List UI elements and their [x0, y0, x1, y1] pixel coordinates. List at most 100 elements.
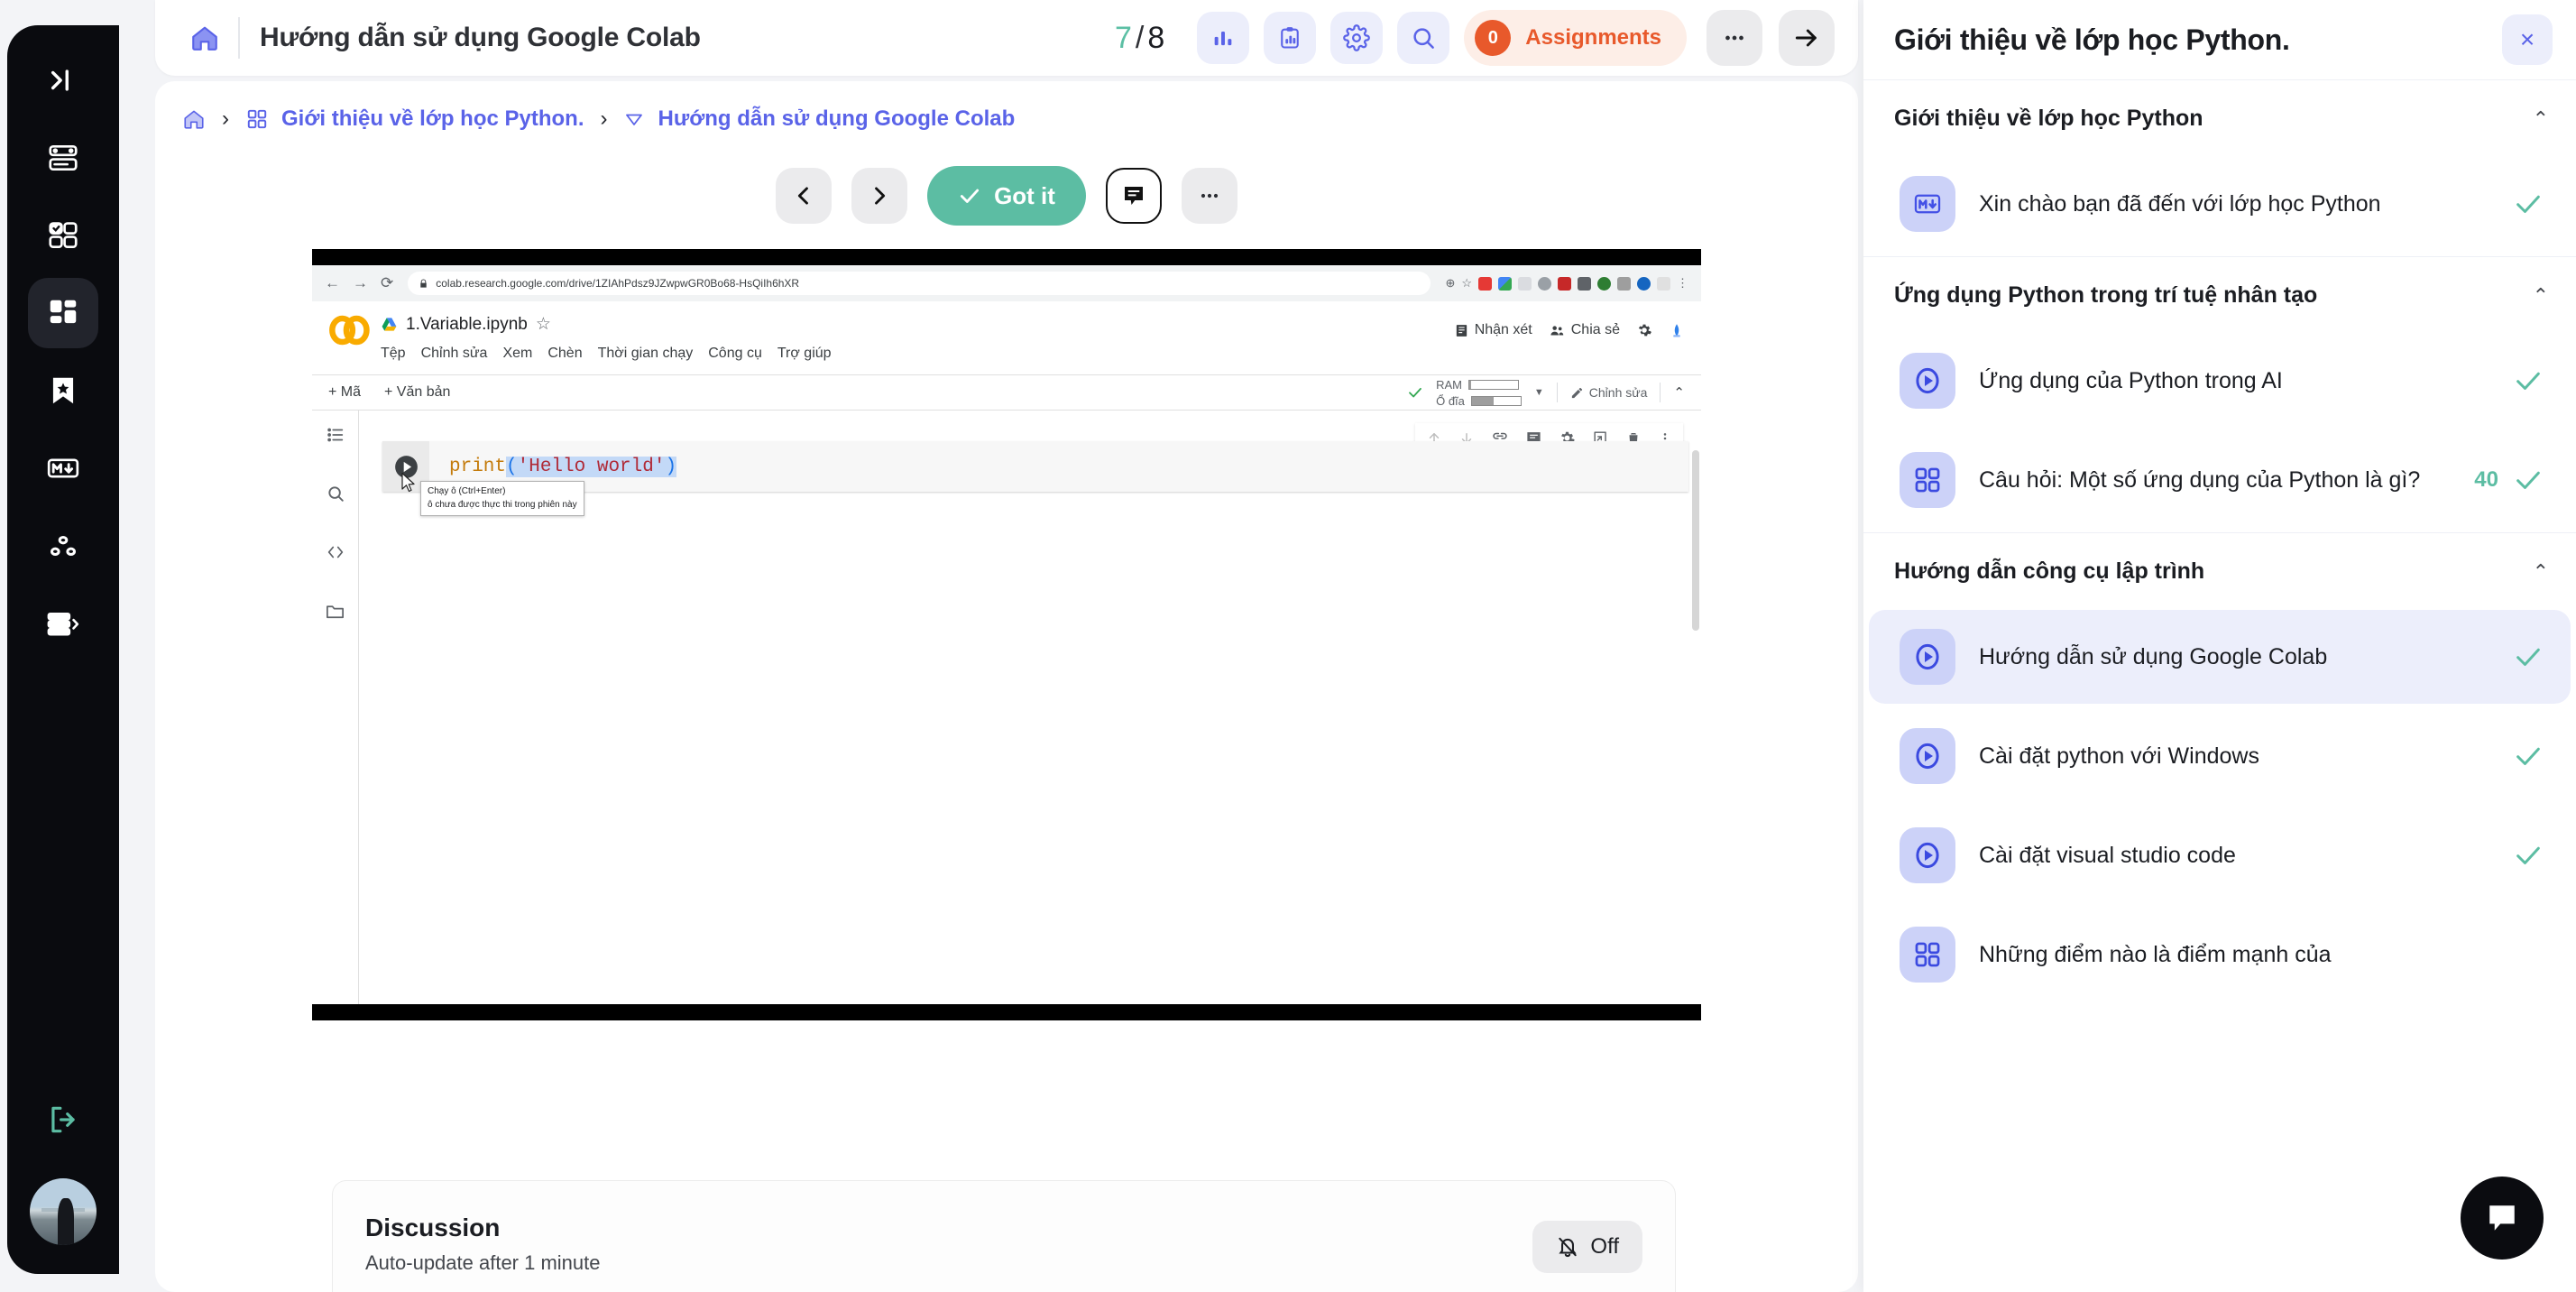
- screenshot-letterbox-top: [312, 249, 1701, 265]
- colab-edit-button[interactable]: Chỉnh sửa: [1570, 385, 1647, 400]
- sidebar-item-markdown[interactable]: [28, 433, 98, 503]
- list-item[interactable]: Cài đặt python với Windows: [1869, 709, 2571, 803]
- colab-share-button[interactable]: Chia sẻ: [1549, 322, 1620, 338]
- toolbar-divider: [1556, 383, 1558, 402]
- colab-menu-help[interactable]: Trợ giúp: [777, 346, 832, 362]
- list-item-label: Cài đặt visual studio code: [1979, 842, 2236, 868]
- colab-filename[interactable]: 1.Variable.ipynb: [406, 315, 528, 335]
- browser-url-text: colab.research.google.com/drive/1ZIAhPds…: [436, 277, 800, 290]
- section-header-2[interactable]: Ứng dụng Python trong trí tuệ nhân tạo ⌃: [1863, 256, 2576, 334]
- list-item[interactable]: Câu hỏi: Một số ứng dụng của Python là g…: [1869, 433, 2571, 527]
- got-it-button[interactable]: Got it: [927, 166, 1086, 226]
- list-item-status: [2513, 365, 2544, 396]
- list-item[interactable]: Xin chào bạn đã đến với lớp học Python: [1869, 157, 2571, 251]
- sidebar-item-courses[interactable]: [28, 123, 98, 193]
- colab-comment-button[interactable]: Nhận xét: [1454, 322, 1532, 338]
- sidebar-item-nodes[interactable]: [28, 511, 98, 581]
- chevron-up-icon[interactable]: ⌃: [2533, 284, 2549, 308]
- browser-reload-icon[interactable]: ⟳: [381, 274, 393, 292]
- extension-icon-4[interactable]: [1538, 276, 1551, 291]
- collapse-toolbar-icon[interactable]: ⌃: [1673, 384, 1685, 401]
- browser-forward-icon[interactable]: →: [353, 274, 368, 292]
- extension-icon-6[interactable]: [1578, 276, 1591, 291]
- colab-add-code-button[interactable]: + Mã: [328, 384, 361, 401]
- list-item-label: Ứng dụng của Python trong AI: [1979, 367, 2283, 393]
- folder-icon[interactable]: [325, 601, 345, 626]
- colab-menu-file[interactable]: Tệp: [381, 346, 406, 362]
- sidebar-item-dashboard[interactable]: [28, 278, 98, 348]
- breadcrumb-item-course[interactable]: Giới thiệu về lớp học Python.: [281, 106, 584, 132]
- code-token-function: print: [449, 456, 507, 477]
- list-item[interactable]: Ứng dụng của Python trong AI: [1869, 334, 2571, 428]
- browser-address-bar[interactable]: colab.research.google.com/drive/1ZIAhPds…: [408, 272, 1431, 295]
- discussion-notifications-toggle[interactable]: Off: [1532, 1221, 1642, 1273]
- arrow-right-icon[interactable]: [1779, 10, 1835, 66]
- topbar-more-button[interactable]: [1707, 10, 1762, 66]
- toolbar-divider-2: [1660, 383, 1661, 402]
- list-item[interactable]: Những điểm nào là điểm mạnh của: [1869, 908, 2571, 1001]
- discussion-section: Discussion Auto-update after 1 minute Of…: [332, 1180, 1676, 1292]
- extension-icon-1[interactable]: [1478, 276, 1492, 291]
- browser-nav-buttons[interactable]: ← → ⟳: [325, 274, 393, 292]
- list-item-current[interactable]: Hướng dẫn sử dụng Google Colab: [1869, 610, 2571, 704]
- home-icon[interactable]: [179, 12, 231, 64]
- star-icon[interactable]: ☆: [536, 314, 551, 335]
- home-icon[interactable]: [182, 107, 206, 131]
- section-header-3[interactable]: Hướng dẫn công cụ lập trình ⌃: [1863, 532, 2576, 610]
- chevron-up-icon[interactable]: ⌃: [2533, 107, 2549, 131]
- colab-menu-view[interactable]: Xem: [502, 346, 532, 362]
- colab-menu-insert[interactable]: Chèn: [547, 346, 582, 362]
- runtime-dropdown-icon[interactable]: ▼: [1534, 387, 1544, 398]
- close-icon[interactable]: ×: [2502, 14, 2553, 65]
- gear-icon[interactable]: [1330, 12, 1384, 64]
- cell-code-text[interactable]: print('Hello world'): [449, 456, 677, 477]
- bar-chart-icon[interactable]: [1197, 12, 1250, 64]
- notebook-scrollbar[interactable]: [1692, 450, 1699, 631]
- list-item[interactable]: Cài đặt visual studio code: [1869, 808, 2571, 902]
- logout-icon[interactable]: [28, 1084, 98, 1155]
- extension-icon-2[interactable]: [1498, 276, 1512, 291]
- page-indicator: 7 / 8: [1115, 21, 1164, 56]
- toc-icon[interactable]: [326, 425, 345, 449]
- sidebar-item-tasks[interactable]: [28, 200, 98, 271]
- section-header-1[interactable]: Giới thiệu về lớp học Python ⌃: [1863, 79, 2576, 157]
- discussion-toggle-label: Off: [1590, 1234, 1619, 1259]
- colab-menu-runtime[interactable]: Thời gian chạy: [598, 346, 694, 362]
- chevron-up-icon[interactable]: ⌃: [2533, 560, 2549, 584]
- search-icon[interactable]: [326, 484, 345, 508]
- extension-icon-9[interactable]: [1637, 276, 1651, 291]
- bell-off-icon: [1559, 1237, 1578, 1258]
- topbar-divider: [238, 17, 240, 59]
- chevron-left-icon[interactable]: [776, 168, 833, 224]
- comment-icon[interactable]: [1105, 168, 1162, 224]
- collapse-panel-icon[interactable]: [28, 45, 98, 115]
- chat-bubble-icon[interactable]: [2461, 1177, 2544, 1260]
- report-clipboard-icon[interactable]: [1264, 12, 1317, 64]
- assignments-button[interactable]: 0 Assignments: [1464, 10, 1687, 66]
- colab-account-icon[interactable]: [1669, 321, 1685, 339]
- extension-icon-3[interactable]: [1518, 276, 1532, 291]
- colab-menu-edit[interactable]: Chỉnh sửa: [421, 346, 488, 362]
- extension-icon-5[interactable]: [1558, 276, 1571, 291]
- colab-notebook-area: print('Hello world') Chạy ô (Ctrl+Enter)…: [312, 411, 1701, 1006]
- discussion-title: Discussion: [365, 1214, 501, 1241]
- search-icon[interactable]: [1397, 12, 1450, 64]
- zoom-icon[interactable]: ⊕: [1445, 276, 1455, 291]
- list-item-label: Câu hỏi: Một số ứng dụng của Python là g…: [1979, 466, 2421, 493]
- extension-icon-10[interactable]: [1657, 276, 1670, 291]
- avatar[interactable]: [30, 1178, 97, 1245]
- browser-kebab-icon[interactable]: ⋮: [1677, 276, 1688, 291]
- code-snippets-icon[interactable]: [325, 542, 346, 567]
- colab-add-text-button[interactable]: + Văn bản: [384, 384, 450, 401]
- browser-back-icon[interactable]: ←: [325, 274, 340, 292]
- breadcrumb-item-lesson[interactable]: Hướng dẫn sử dụng Google Colab: [658, 106, 1015, 132]
- colab-menu-tools[interactable]: Công cụ: [708, 346, 762, 362]
- extension-icon-7[interactable]: [1597, 276, 1611, 291]
- bookmark-star-icon[interactable]: ☆: [1461, 276, 1472, 291]
- colab-settings-icon[interactable]: [1636, 322, 1652, 338]
- extension-icon-8[interactable]: [1617, 276, 1631, 291]
- sidebar-item-bookmarks[interactable]: [28, 355, 98, 426]
- sidebar-item-list[interactable]: [28, 588, 98, 659]
- chevron-right-icon[interactable]: [851, 168, 908, 224]
- lesson-more-button[interactable]: [1181, 168, 1237, 224]
